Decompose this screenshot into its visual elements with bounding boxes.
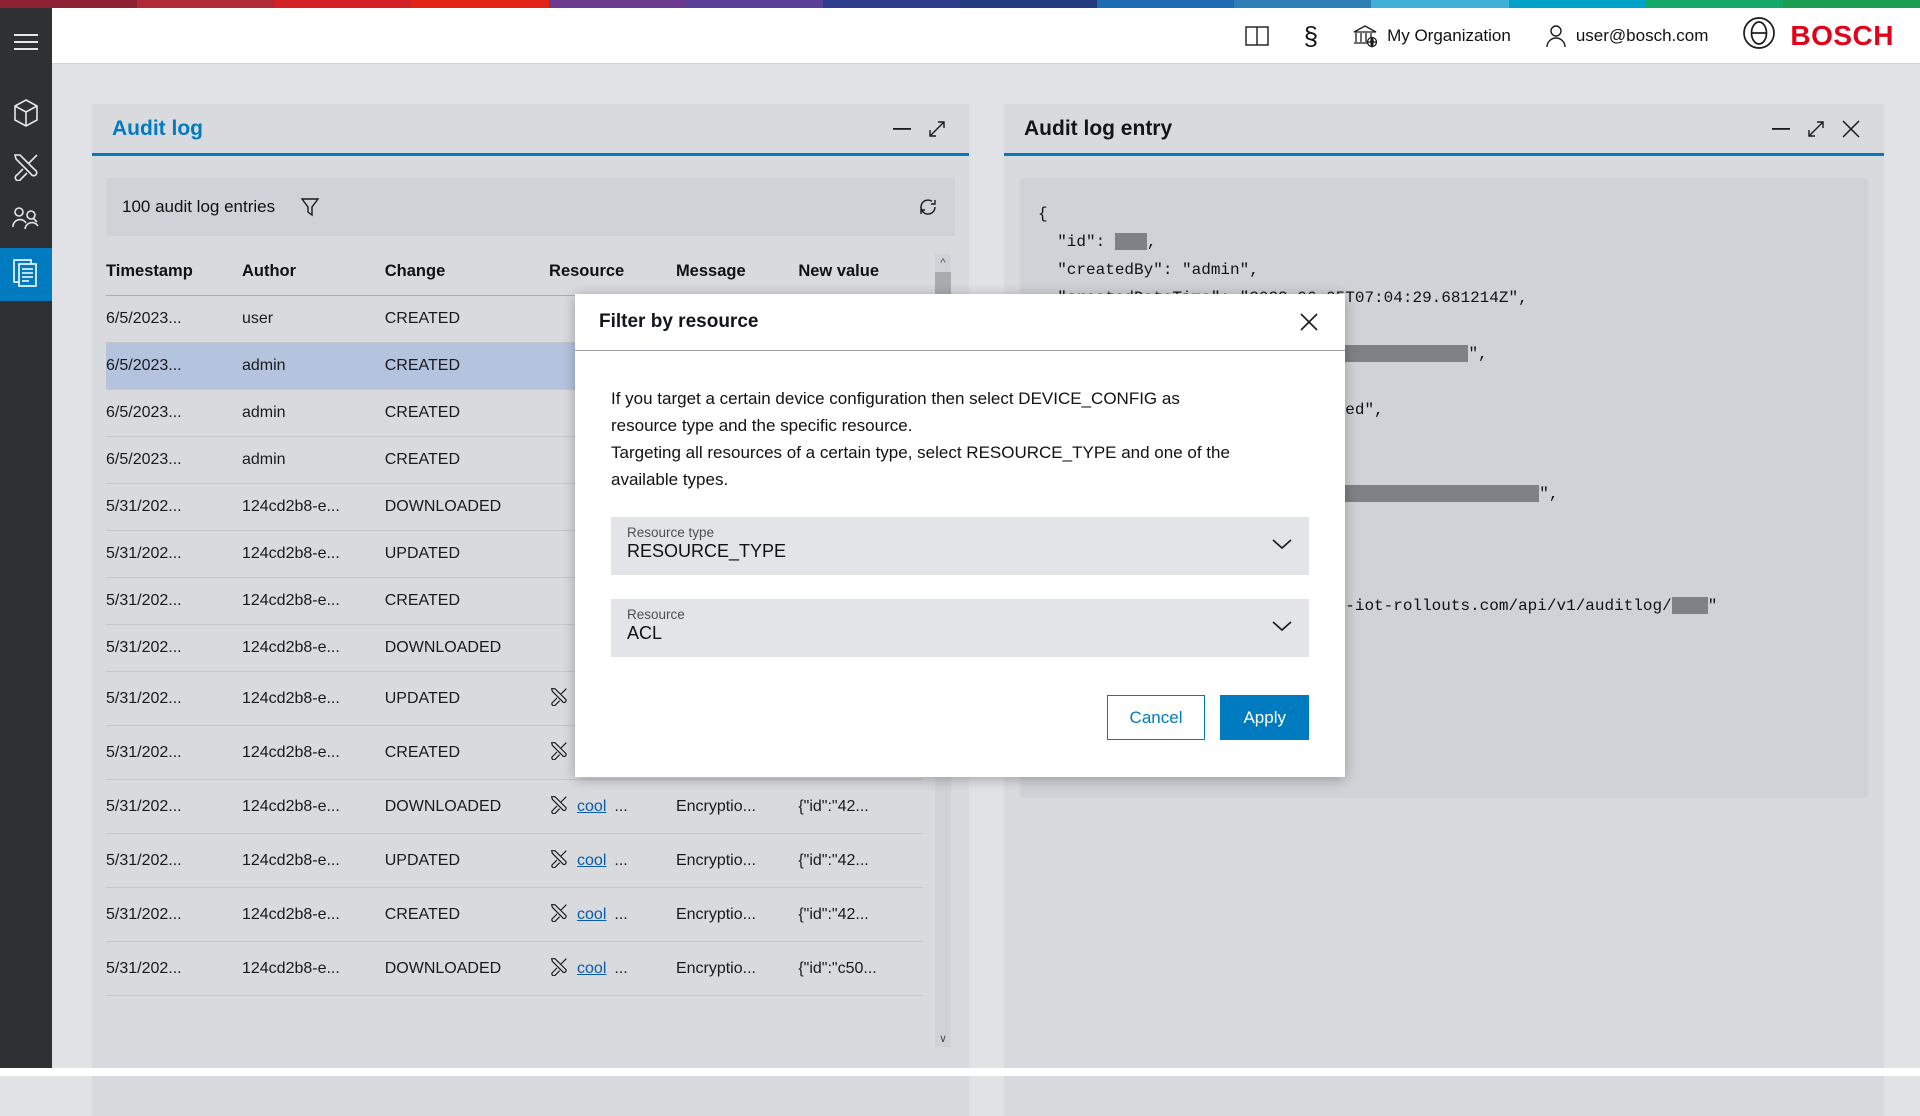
cancel-button[interactable]: Cancel xyxy=(1107,695,1206,740)
close-icon[interactable] xyxy=(1297,310,1321,334)
dialog-body: If you target a certain device configura… xyxy=(575,351,1345,657)
resource-type-label: Resource type xyxy=(627,525,786,540)
resource-type-value: RESOURCE_TYPE xyxy=(627,541,786,562)
dialog-title: Filter by resource xyxy=(599,311,758,333)
apply-button[interactable]: Apply xyxy=(1220,695,1309,740)
dialog-description: If you target a certain device configura… xyxy=(611,385,1309,493)
dialog-header: Filter by resource xyxy=(575,294,1345,351)
resource-type-select[interactable]: Resource type RESOURCE_TYPE xyxy=(611,517,1309,575)
chevron-down-icon[interactable] xyxy=(1271,619,1293,638)
chevron-down-icon[interactable] xyxy=(1271,537,1293,556)
resource-select[interactable]: Resource ACL xyxy=(611,599,1309,657)
modal-layer: Filter by resource If you target a certa… xyxy=(0,0,1920,1076)
dialog-description-line-4: available types. xyxy=(611,466,1309,493)
resource-value: ACL xyxy=(627,623,685,644)
dialog-description-line-3: Targeting all resources of a certain typ… xyxy=(611,439,1309,466)
dialog-description-line-1: If you target a certain device configura… xyxy=(611,385,1309,412)
resource-label: Resource xyxy=(627,607,685,622)
resource-texts: Resource ACL xyxy=(627,607,685,644)
dialog-actions: Cancel Apply xyxy=(575,695,1345,740)
dialog-description-line-2: resource type and the specific resource. xyxy=(611,412,1309,439)
resource-type-texts: Resource type RESOURCE_TYPE xyxy=(627,525,786,562)
filter-by-resource-dialog: Filter by resource If you target a certa… xyxy=(575,294,1345,777)
